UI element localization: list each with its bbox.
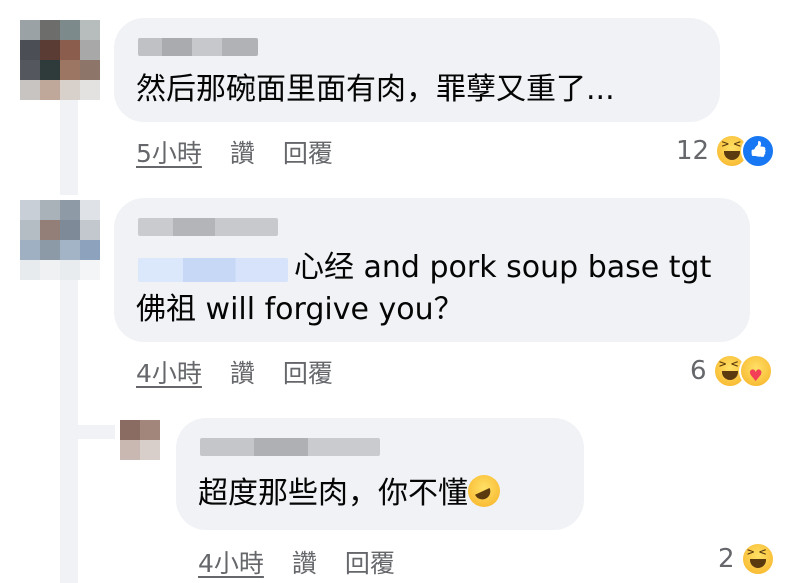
like-button[interactable]: 讚 <box>230 359 255 388</box>
comment-actions: 5小時讚回覆 <box>136 134 333 170</box>
commenter-name-blurred[interactable] <box>138 218 278 236</box>
reply-button[interactable]: 回覆 <box>283 139 333 168</box>
commenter-name-blurred[interactable] <box>200 438 380 456</box>
care-icon <box>738 354 773 388</box>
avatar[interactable] <box>20 20 100 100</box>
reaction-count: 6 <box>690 356 707 386</box>
like-button[interactable]: 讚 <box>292 549 317 578</box>
comment-bubble: 然后那碗面里面有肉，罪孽又重了... <box>114 18 720 122</box>
comment-text: 然后那碗面里面有肉，罪孽又重了... <box>136 72 615 107</box>
reply-actions: 4小時讚回覆 <box>198 544 395 580</box>
reaction-summary[interactable]: 2 <box>718 542 775 576</box>
reply-text: 超度那些肉，你不懂 <box>198 472 500 516</box>
reply-bubble: 超度那些肉，你不懂 <box>176 418 584 530</box>
reply-button[interactable]: 回覆 <box>345 549 395 578</box>
timestamp-link[interactable]: 4小時 <box>136 359 202 388</box>
thread-line <box>60 100 78 195</box>
timestamp-link[interactable]: 4小時 <box>198 549 264 578</box>
rolling-laughing-emoji <box>468 475 500 507</box>
blurred-text <box>138 258 288 282</box>
avatar[interactable] <box>20 200 100 280</box>
reaction-count: 12 <box>676 136 710 166</box>
thread-line <box>60 425 115 439</box>
haha-icon <box>740 542 775 576</box>
reaction-summary[interactable]: 6 <box>690 354 773 388</box>
reaction-summary[interactable]: 12 <box>676 134 776 168</box>
comment-text-line-2: 佛祖 will forgive you？ <box>136 292 464 327</box>
reply-button[interactable]: 回覆 <box>283 359 333 388</box>
reaction-count: 2 <box>718 544 735 574</box>
comment-actions: 4小時讚回覆 <box>136 354 333 390</box>
avatar[interactable] <box>120 420 160 460</box>
comment-bubble: 心经 and pork soup base tgt 佛祖 will forgiv… <box>114 198 750 342</box>
commenter-name-blurred[interactable] <box>138 38 258 56</box>
comment-text-line-1: 心经 and pork soup base tgt <box>294 250 712 285</box>
like-icon <box>741 134 776 168</box>
like-button[interactable]: 讚 <box>230 139 255 168</box>
timestamp-link[interactable]: 5小時 <box>136 139 202 168</box>
